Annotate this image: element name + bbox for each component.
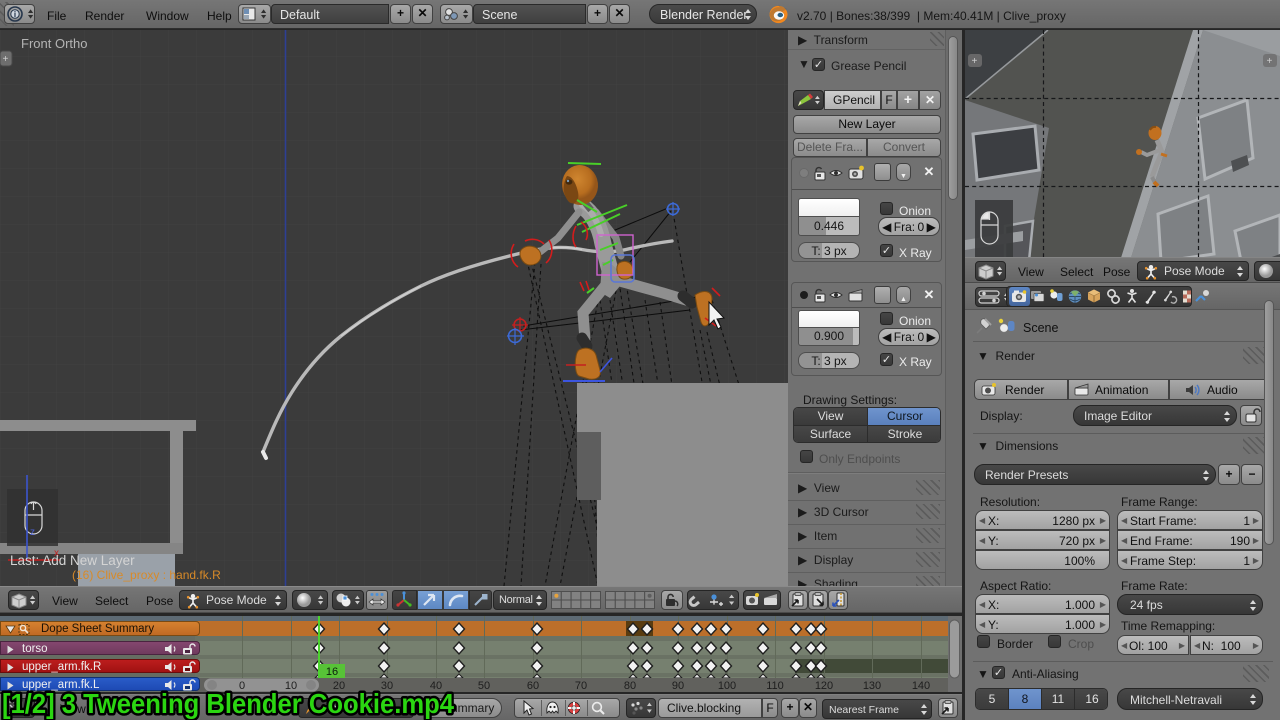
svg-text:Front Ortho: Front Ortho	[21, 36, 87, 51]
svg-text:+: +	[1267, 56, 1273, 67]
svg-text:Last: Add New Layer: Last: Add New Layer	[10, 553, 135, 568]
svg-text:110: 110	[766, 680, 784, 692]
svg-text:[1/2] 3 Tweening Blender Cooki: [1/2] 3 Tweening Blender Cookie.mp4	[2, 688, 455, 719]
svg-text:16: 16	[326, 666, 338, 678]
svg-text:+: +	[3, 54, 9, 65]
svg-text:100: 100	[718, 680, 736, 692]
svg-text:i: i	[14, 10, 16, 19]
svg-text:90: 90	[672, 680, 684, 692]
svg-text:Scene: Scene	[1023, 321, 1058, 335]
svg-text:140: 140	[912, 680, 930, 692]
svg-text:(16) Clive_proxy : hand.fk.R: (16) Clive_proxy : hand.fk.R	[72, 568, 221, 582]
svg-text:+: +	[972, 56, 978, 67]
svg-text:130: 130	[863, 680, 881, 692]
svg-text:120: 120	[815, 680, 833, 692]
svg-text:z: z	[30, 527, 35, 538]
